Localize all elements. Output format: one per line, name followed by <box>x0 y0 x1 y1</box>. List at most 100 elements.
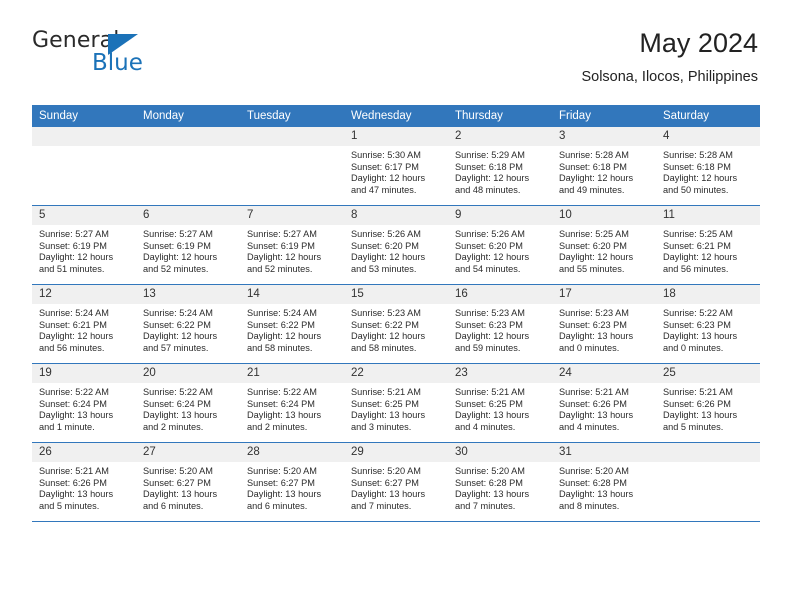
daylight-text-line1: Daylight: 12 hours <box>143 331 218 342</box>
calendar-day-cell[interactable]: 25 Sunrise: 5:21 AM Sunset: 6:26 PM Dayligh… <box>656 363 760 443</box>
calendar-day-cell[interactable]: 27 Sunrise: 5:20 AM Sunset: 6:27 PM Dayligh… <box>136 442 240 522</box>
daylight-text-line2: and 5 minutes. <box>39 500 100 511</box>
day-sun-info: Sunrise: 5:20 AM Sunset: 6:28 PM Daylight:… <box>552 462 656 512</box>
day-number <box>136 127 240 146</box>
title-block: May 2024 Solsona, Ilocos, Philippines <box>581 26 758 88</box>
calendar-day-cell[interactable]: 16 Sunrise: 5:23 AM Sunset: 6:23 PM Dayligh… <box>448 284 552 364</box>
weekday-header-wednesday: Wednesday <box>344 105 448 127</box>
weekday-header-monday: Monday <box>136 105 240 127</box>
sunset-text: Sunset: 6:24 PM <box>143 398 211 409</box>
day-sun-info: Sunrise: 5:23 AM Sunset: 6:23 PM Daylight:… <box>552 304 656 354</box>
day-number: 25 <box>656 364 760 383</box>
sunset-text: Sunset: 6:22 PM <box>143 319 211 330</box>
day-number: 22 <box>344 364 448 383</box>
calendar-day-cell[interactable]: 28 Sunrise: 5:20 AM Sunset: 6:27 PM Dayligh… <box>240 442 344 522</box>
daylight-text-line1: Daylight: 13 hours <box>455 410 530 421</box>
day-number: 31 <box>552 443 656 462</box>
day-number: 1 <box>344 127 448 146</box>
calendar-day-cell[interactable]: 8 Sunrise: 5:26 AM Sunset: 6:20 PM Daylight… <box>344 205 448 285</box>
day-number: 13 <box>136 285 240 304</box>
sunrise-text: Sunrise: 5:24 AM <box>143 308 213 318</box>
day-number <box>656 443 760 462</box>
sunset-text: Sunset: 6:20 PM <box>559 240 627 251</box>
daylight-text-line2: and 55 minutes. <box>559 263 625 274</box>
day-sun-info: Sunrise: 5:20 AM Sunset: 6:27 PM Daylight:… <box>240 462 344 512</box>
daylight-text-line2: and 51 minutes. <box>39 263 105 274</box>
sunrise-text: Sunrise: 5:21 AM <box>39 466 109 476</box>
sunset-text: Sunset: 6:28 PM <box>455 477 523 488</box>
calendar-day-cell[interactable]: 20 Sunrise: 5:22 AM Sunset: 6:24 PM Dayligh… <box>136 363 240 443</box>
calendar-day-cell[interactable]: 21 Sunrise: 5:22 AM Sunset: 6:24 PM Dayligh… <box>240 363 344 443</box>
calendar-day-cell[interactable]: 31 Sunrise: 5:20 AM Sunset: 6:28 PM Dayligh… <box>552 442 656 522</box>
calendar-day-cell[interactable]: 7 Sunrise: 5:27 AM Sunset: 6:19 PM Daylight… <box>240 205 344 285</box>
sunrise-text: Sunrise: 5:20 AM <box>351 466 421 476</box>
calendar-day-cell[interactable]: 24 Sunrise: 5:21 AM Sunset: 6:26 PM Dayligh… <box>552 363 656 443</box>
day-number: 18 <box>656 285 760 304</box>
daylight-text-line2: and 48 minutes. <box>455 184 521 195</box>
calendar-day-cell[interactable]: 3 Sunrise: 5:28 AM Sunset: 6:18 PM Daylight… <box>552 127 656 206</box>
calendar-day-cell[interactable]: 4 Sunrise: 5:28 AM Sunset: 6:18 PM Daylight… <box>656 127 760 206</box>
calendar-day-cell[interactable]: 19 Sunrise: 5:22 AM Sunset: 6:24 PM Dayligh… <box>32 363 136 443</box>
daylight-text-line1: Daylight: 12 hours <box>455 173 530 184</box>
day-number: 29 <box>344 443 448 462</box>
daylight-text-line1: Daylight: 13 hours <box>39 410 114 421</box>
sunrise-text: Sunrise: 5:21 AM <box>351 387 421 397</box>
daylight-text-line2: and 7 minutes. <box>455 500 516 511</box>
day-number: 6 <box>136 206 240 225</box>
day-number: 16 <box>448 285 552 304</box>
day-number: 9 <box>448 206 552 225</box>
calendar-day-cell[interactable]: 12 Sunrise: 5:24 AM Sunset: 6:21 PM Dayligh… <box>32 284 136 364</box>
daylight-text-line2: and 4 minutes. <box>559 421 620 432</box>
daylight-text-line1: Daylight: 12 hours <box>247 252 322 263</box>
daylight-text-line2: and 2 minutes. <box>247 421 308 432</box>
daylight-text-line2: and 53 minutes. <box>351 263 417 274</box>
calendar-day-cell[interactable]: 2 Sunrise: 5:29 AM Sunset: 6:18 PM Daylight… <box>448 127 552 206</box>
sunrise-text: Sunrise: 5:22 AM <box>247 387 317 397</box>
calendar-day-cell[interactable]: 26 Sunrise: 5:21 AM Sunset: 6:26 PM Dayligh… <box>32 442 136 522</box>
day-number <box>32 127 136 146</box>
calendar-day-cell[interactable]: 9 Sunrise: 5:26 AM Sunset: 6:20 PM Daylight… <box>448 205 552 285</box>
day-number: 24 <box>552 364 656 383</box>
calendar-day-cell[interactable]: 15 Sunrise: 5:23 AM Sunset: 6:22 PM Dayligh… <box>344 284 448 364</box>
sunrise-text: Sunrise: 5:20 AM <box>143 466 213 476</box>
calendar-day-cell[interactable]: 5 Sunrise: 5:27 AM Sunset: 6:19 PM Daylight… <box>32 205 136 285</box>
calendar-day-cell[interactable]: 18 Sunrise: 5:22 AM Sunset: 6:23 PM Dayligh… <box>656 284 760 364</box>
weekday-header-tuesday: Tuesday <box>240 105 344 127</box>
day-number: 17 <box>552 285 656 304</box>
logo-word-blue: Blue <box>92 50 143 76</box>
day-number: 23 <box>448 364 552 383</box>
calendar-day-cell[interactable]: 11 Sunrise: 5:25 AM Sunset: 6:21 PM Dayligh… <box>656 205 760 285</box>
daylight-text-line2: and 52 minutes. <box>143 263 209 274</box>
day-sun-info: Sunrise: 5:20 AM Sunset: 6:27 PM Daylight:… <box>344 462 448 512</box>
calendar-day-cell[interactable]: 22 Sunrise: 5:21 AM Sunset: 6:25 PM Dayligh… <box>344 363 448 443</box>
sunrise-text: Sunrise: 5:25 AM <box>663 229 733 239</box>
sunset-text: Sunset: 6:18 PM <box>559 161 627 172</box>
day-sun-info: Sunrise: 5:27 AM Sunset: 6:19 PM Daylight:… <box>240 225 344 275</box>
daylight-text-line1: Daylight: 13 hours <box>559 489 634 500</box>
day-number: 7 <box>240 206 344 225</box>
calendar-day-cell[interactable]: 1 Sunrise: 5:30 AM Sunset: 6:17 PM Daylight… <box>344 127 448 206</box>
calendar-day-cell[interactable]: 10 Sunrise: 5:25 AM Sunset: 6:20 PM Dayligh… <box>552 205 656 285</box>
calendar-day-cell[interactable]: 13 Sunrise: 5:24 AM Sunset: 6:22 PM Dayligh… <box>136 284 240 364</box>
daylight-text-line1: Daylight: 12 hours <box>455 331 530 342</box>
sunset-text: Sunset: 6:17 PM <box>351 161 419 172</box>
sunset-text: Sunset: 6:23 PM <box>663 319 731 330</box>
sunrise-text: Sunrise: 5:26 AM <box>455 229 525 239</box>
day-sun-info: Sunrise: 5:23 AM Sunset: 6:23 PM Daylight:… <box>448 304 552 354</box>
calendar-page: General Blue May 2024 Solsona, Ilocos, P… <box>0 0 792 612</box>
day-sun-info: Sunrise: 5:24 AM Sunset: 6:22 PM Daylight:… <box>136 304 240 354</box>
calendar-day-cell[interactable]: 29 Sunrise: 5:20 AM Sunset: 6:27 PM Dayligh… <box>344 442 448 522</box>
calendar-day-cell[interactable]: 17 Sunrise: 5:23 AM Sunset: 6:23 PM Dayligh… <box>552 284 656 364</box>
sunrise-text: Sunrise: 5:23 AM <box>455 308 525 318</box>
sunrise-sunset-calendar: Sunday Monday Tuesday Wednesday Thursday… <box>32 105 760 522</box>
calendar-day-cell[interactable]: 30 Sunrise: 5:20 AM Sunset: 6:28 PM Dayligh… <box>448 442 552 522</box>
calendar-day-cell[interactable]: 23 Sunrise: 5:21 AM Sunset: 6:25 PM Dayligh… <box>448 363 552 443</box>
sunrise-text: Sunrise: 5:30 AM <box>351 150 421 160</box>
calendar-day-cell[interactable]: 14 Sunrise: 5:24 AM Sunset: 6:22 PM Dayligh… <box>240 284 344 364</box>
day-number: 8 <box>344 206 448 225</box>
sunrise-text: Sunrise: 5:22 AM <box>663 308 733 318</box>
daylight-text-line1: Daylight: 13 hours <box>143 489 218 500</box>
sunset-text: Sunset: 6:22 PM <box>351 319 419 330</box>
calendar-day-cell[interactable]: 6 Sunrise: 5:27 AM Sunset: 6:19 PM Daylight… <box>136 205 240 285</box>
day-sun-info: Sunrise: 5:21 AM Sunset: 6:25 PM Daylight:… <box>344 383 448 433</box>
